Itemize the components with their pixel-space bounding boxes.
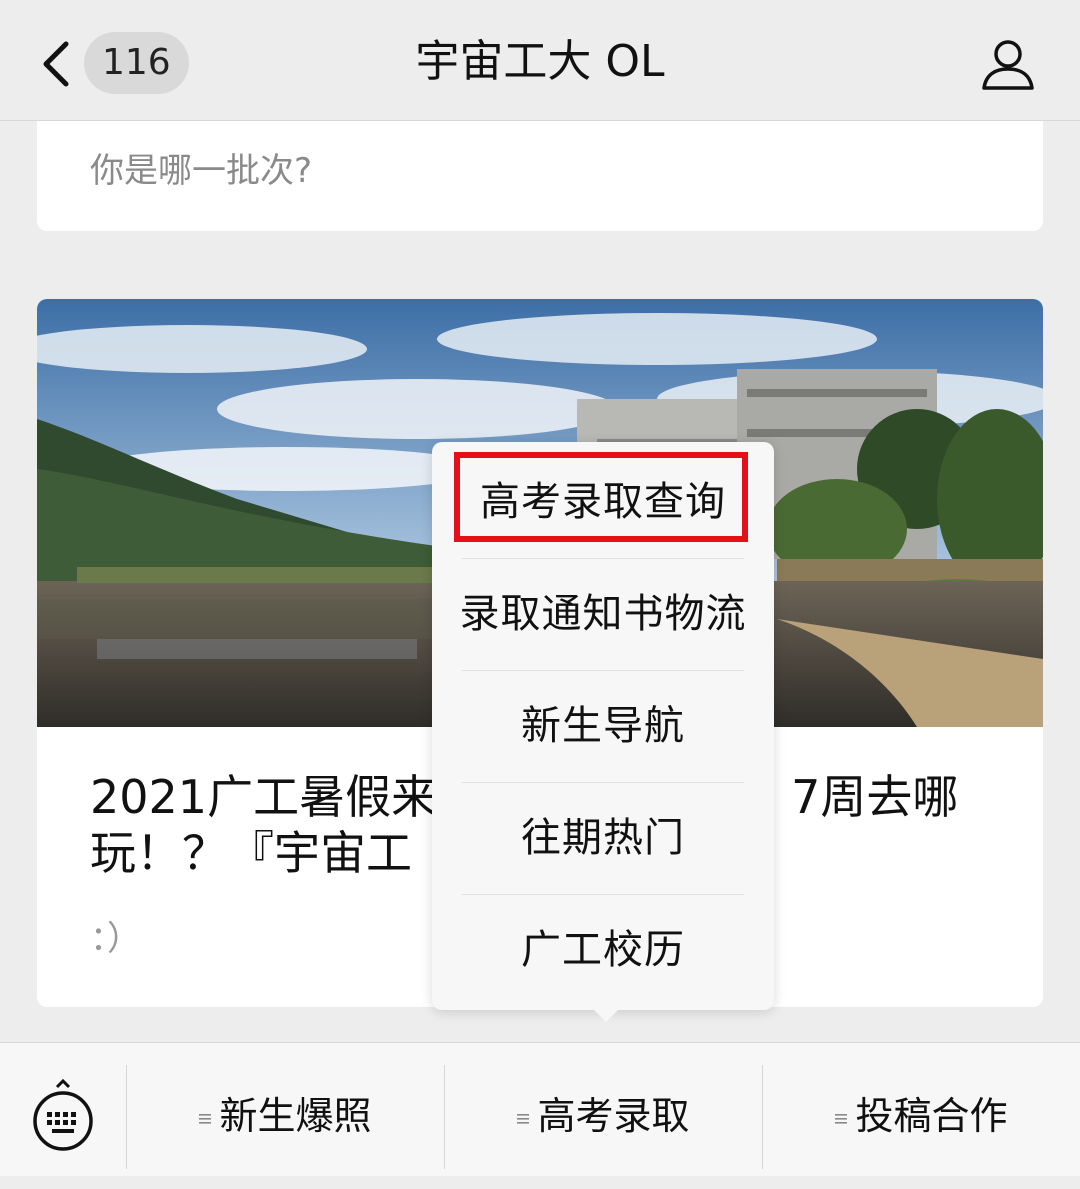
keyboard-icon[interactable] <box>30 1079 96 1153</box>
menu-button-label: 高考录取 <box>537 1094 690 1138</box>
menu-button-freshman-photos[interactable]: 新生爆照 <box>127 1043 444 1176</box>
menu-item-past-popular[interactable]: 往期热门 <box>432 782 774 894</box>
top-nav-bar: 116 宇宙工大 OL <box>0 0 1080 121</box>
menu-button-label: 新生爆照 <box>219 1094 372 1138</box>
menu-lines-icon <box>199 1114 212 1124</box>
menu-button-label: 投稿合作 <box>855 1094 1008 1138</box>
article-card-summary: 你是哪一批次? <box>90 151 313 191</box>
menu-lines-icon <box>835 1114 848 1124</box>
menu-item-school-calendar[interactable]: 广工校历 <box>432 894 774 1006</box>
menu-lines-icon <box>517 1114 530 1124</box>
menu-item-admission-query[interactable]: 高考录取查询 <box>432 446 774 558</box>
popup-menu: 高考录取查询 录取通知书物流 新生导航 往期热门 广工校历 <box>432 442 774 1010</box>
profile-icon[interactable] <box>980 36 1036 92</box>
unread-count-badge[interactable]: 116 <box>84 32 189 94</box>
menu-button-admission[interactable]: 高考录取 <box>445 1043 762 1176</box>
bottom-menu-bar: 新生爆照 高考录取 投稿合作 <box>0 1042 1080 1176</box>
article-card-previous[interactable]: 你是哪一批次? <box>37 121 1043 231</box>
menu-item-freshman-guide[interactable]: 新生导航 <box>432 670 774 782</box>
menu-button-submission[interactable]: 投稿合作 <box>763 1043 1080 1176</box>
popup-arrow <box>590 1006 622 1022</box>
chevron-left-icon[interactable] <box>38 38 78 90</box>
article-subtitle: ：） <box>90 919 141 959</box>
menu-item-notice-logistics[interactable]: 录取通知书物流 <box>432 558 774 670</box>
